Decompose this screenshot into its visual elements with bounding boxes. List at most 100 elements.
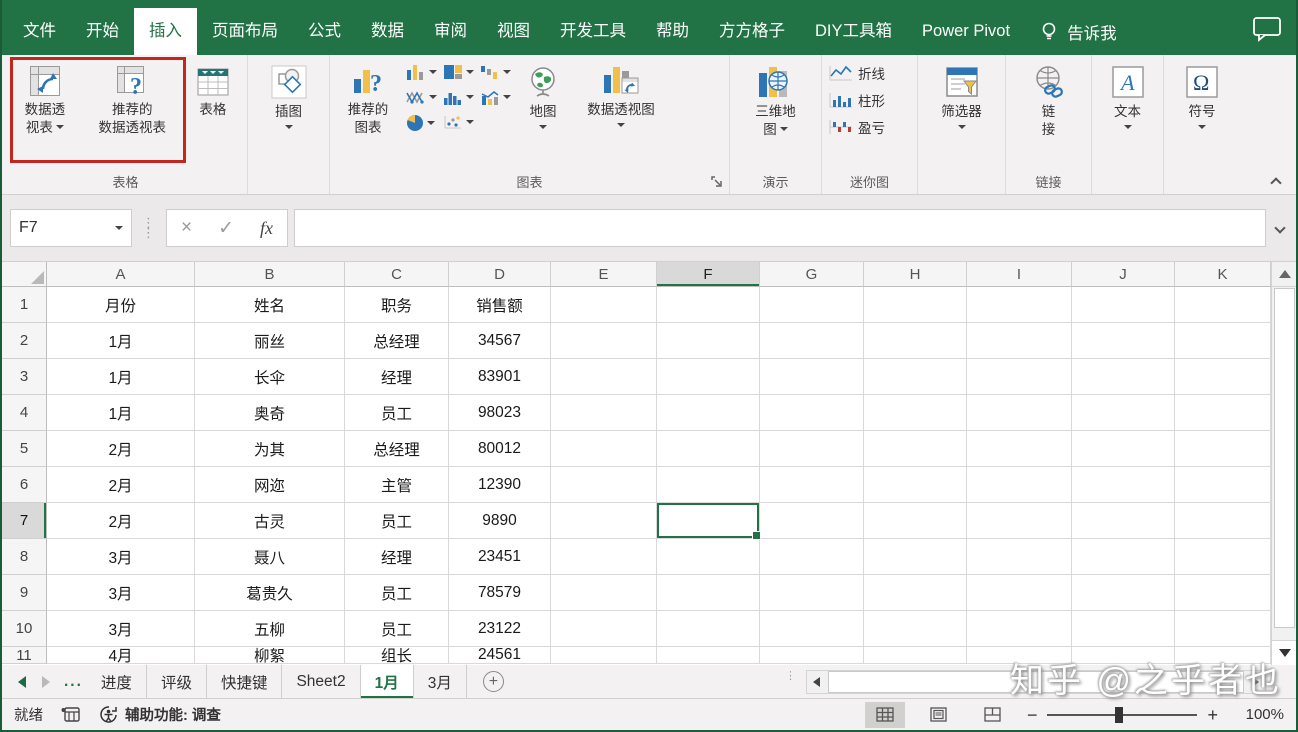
cell-E6[interactable] <box>551 467 657 503</box>
cell-B4[interactable]: 奥奇 <box>195 395 345 431</box>
cell-I6[interactable] <box>967 467 1072 503</box>
cell-H1[interactable] <box>864 287 967 323</box>
vertical-scrollbar[interactable] <box>1271 262 1296 665</box>
cell-G10[interactable] <box>760 611 864 647</box>
scroll-up-button[interactable] <box>1272 262 1296 287</box>
cell-E4[interactable] <box>551 395 657 431</box>
cell-A10[interactable]: 3月 <box>47 611 195 647</box>
cell-I9[interactable] <box>967 575 1072 611</box>
name-box[interactable]: F7 <box>10 209 132 247</box>
cell-D10[interactable]: 23122 <box>449 611 551 647</box>
cell-D6[interactable]: 12390 <box>449 467 551 503</box>
cell-D7[interactable]: 9890 <box>449 503 551 539</box>
column-header-I[interactable]: I <box>967 262 1072 287</box>
page-layout-view-button[interactable] <box>919 702 959 728</box>
cell-F1[interactable] <box>657 287 760 323</box>
cell-I1[interactable] <box>967 287 1072 323</box>
column-header-G[interactable]: G <box>760 262 864 287</box>
cell-H3[interactable] <box>864 359 967 395</box>
cell-F6[interactable] <box>657 467 760 503</box>
cell-D3[interactable]: 83901 <box>449 359 551 395</box>
tab-插入[interactable]: 插入 <box>134 8 197 55</box>
treemap-chart-button[interactable] <box>443 64 474 80</box>
cell-C3[interactable]: 经理 <box>345 359 449 395</box>
cell-H7[interactable] <box>864 503 967 539</box>
scatter-chart-button[interactable] <box>443 114 474 130</box>
sheet-tab-进度[interactable]: 进度 <box>87 665 147 698</box>
expand-formula-bar-button[interactable] <box>1274 219 1286 237</box>
sheet-nav-left[interactable] <box>18 675 26 688</box>
tab-页面布局[interactable]: 页面布局 <box>197 8 293 55</box>
waterfall-chart-button[interactable] <box>480 64 511 80</box>
column-header-A[interactable]: A <box>47 262 195 287</box>
cell-D1[interactable]: 销售额 <box>449 287 551 323</box>
cell-K5[interactable] <box>1175 431 1271 467</box>
column-header-D[interactable]: D <box>449 262 551 287</box>
cell-E7[interactable] <box>551 503 657 539</box>
column-header-F[interactable]: F <box>657 262 760 287</box>
cell-C6[interactable]: 主管 <box>345 467 449 503</box>
cell-I8[interactable] <box>967 539 1072 575</box>
cell-H9[interactable] <box>864 575 967 611</box>
cell-K9[interactable] <box>1175 575 1271 611</box>
sparkline-line-button[interactable]: 折线 <box>829 63 885 83</box>
tab-开始[interactable]: 开始 <box>71 8 134 55</box>
tab-文件[interactable]: 文件 <box>8 8 71 55</box>
cell-D4[interactable]: 98023 <box>449 395 551 431</box>
cell-I11[interactable] <box>967 647 1072 664</box>
collapse-ribbon-button[interactable] <box>1270 174 1284 189</box>
cell-G7[interactable] <box>760 503 864 539</box>
cell-A5[interactable]: 2月 <box>47 431 195 467</box>
row-header-5[interactable]: 5 <box>2 431 47 467</box>
cell-G1[interactable] <box>760 287 864 323</box>
zoom-level[interactable]: 100% <box>1232 706 1284 723</box>
cell-I10[interactable] <box>967 611 1072 647</box>
page-break-view-button[interactable] <box>973 702 1013 728</box>
column-chart-button[interactable] <box>406 64 437 80</box>
sparkline-winloss-button[interactable]: 盈亏 <box>829 117 885 137</box>
vertical-scroll-thumb[interactable] <box>1274 288 1295 628</box>
cell-G3[interactable] <box>760 359 864 395</box>
sheet-tab-3月[interactable]: 3月 <box>414 665 467 698</box>
column-header-B[interactable]: B <box>195 262 345 287</box>
sheet-tab-overflow[interactable]: ... <box>64 665 83 698</box>
cell-E3[interactable] <box>551 359 657 395</box>
tab-方方格子[interactable]: 方方格子 <box>704 8 800 55</box>
cell-B6[interactable]: 网迩 <box>195 467 345 503</box>
cell-K2[interactable] <box>1175 323 1271 359</box>
cell-G9[interactable] <box>760 575 864 611</box>
column-header-H[interactable]: H <box>864 262 967 287</box>
cancel-icon[interactable]: × <box>181 217 192 239</box>
map-3d-button[interactable]: 三维地 图 <box>752 60 799 140</box>
cell-K10[interactable] <box>1175 611 1271 647</box>
enter-icon[interactable]: ✓ <box>218 217 234 240</box>
cell-J10[interactable] <box>1072 611 1175 647</box>
row-header-4[interactable]: 4 <box>2 395 47 431</box>
cell-J2[interactable] <box>1072 323 1175 359</box>
cell-F8[interactable] <box>657 539 760 575</box>
cell-D5[interactable]: 80012 <box>449 431 551 467</box>
line-chart-button[interactable] <box>406 89 437 105</box>
column-header-C[interactable]: C <box>345 262 449 287</box>
cell-K7[interactable] <box>1175 503 1271 539</box>
cell-B1[interactable]: 姓名 <box>195 287 345 323</box>
cell-G6[interactable] <box>760 467 864 503</box>
scroll-right-button[interactable] <box>1246 677 1265 687</box>
cell-B9[interactable]: 葛贵久 <box>195 575 345 611</box>
cell-G8[interactable] <box>760 539 864 575</box>
cell-J4[interactable] <box>1072 395 1175 431</box>
tab-Power Pivot[interactable]: Power Pivot <box>907 8 1025 55</box>
cell-H11[interactable] <box>864 647 967 664</box>
row-header-9[interactable]: 9 <box>2 575 47 611</box>
row-header-3[interactable]: 3 <box>2 359 47 395</box>
pie-chart-button[interactable] <box>406 114 437 132</box>
column-header-K[interactable]: K <box>1175 262 1271 287</box>
cell-G5[interactable] <box>760 431 864 467</box>
cell-G4[interactable] <box>760 395 864 431</box>
cell-H8[interactable] <box>864 539 967 575</box>
tab-审阅[interactable]: 审阅 <box>419 8 482 55</box>
cell-E2[interactable] <box>551 323 657 359</box>
cell-I7[interactable] <box>967 503 1072 539</box>
cell-K1[interactable] <box>1175 287 1271 323</box>
cell-A2[interactable]: 1月 <box>47 323 195 359</box>
